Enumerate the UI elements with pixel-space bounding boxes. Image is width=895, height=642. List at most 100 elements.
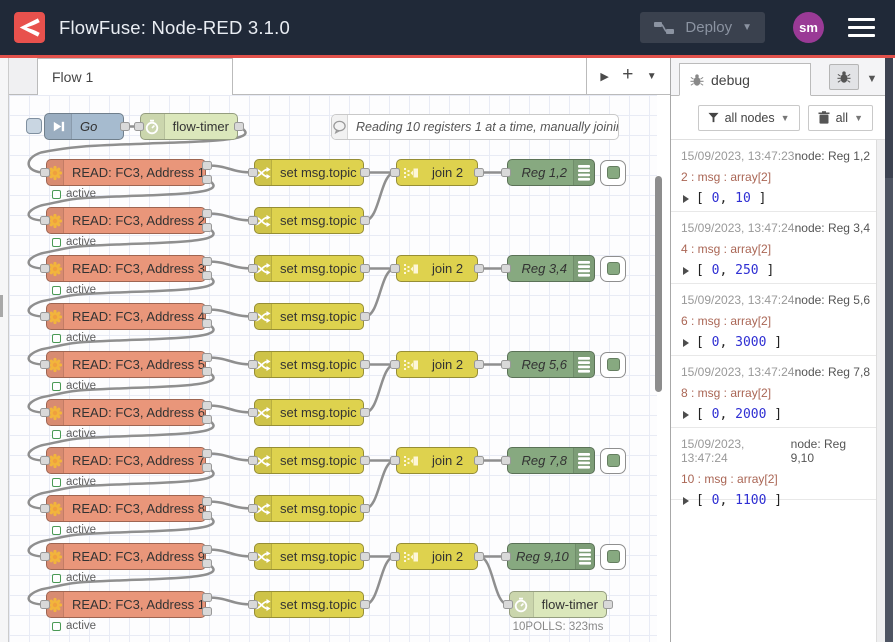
node-output-port[interactable] — [202, 257, 212, 266]
node-output-port[interactable] — [202, 175, 212, 184]
message-value[interactable]: [ 0, 1100 ] — [681, 493, 872, 508]
node-input-port[interactable] — [501, 264, 511, 273]
debug-node[interactable]: Reg 3,4 — [507, 255, 595, 282]
node-input-port[interactable] — [40, 360, 50, 369]
node-output-port[interactable] — [202, 367, 212, 376]
wire[interactable] — [479, 557, 508, 605]
join-node[interactable]: join 2 — [396, 543, 478, 570]
change-node[interactable]: set msg.topic — [254, 543, 364, 570]
debug-scrollbar-track[interactable] — [876, 140, 885, 642]
node-output-port[interactable] — [603, 600, 613, 609]
debug-message-list[interactable]: 15/09/2023, 13:47:23 node: Reg 1,2 2 : m… — [671, 140, 876, 642]
node-output-port[interactable] — [474, 456, 484, 465]
wire[interactable] — [207, 166, 253, 173]
join-node[interactable]: join 2 — [396, 447, 478, 474]
wire[interactable] — [365, 365, 395, 413]
node-output-port[interactable] — [234, 122, 244, 131]
node-output-port[interactable] — [202, 511, 212, 520]
node-input-port[interactable] — [248, 600, 258, 609]
node-input-port[interactable] — [248, 216, 258, 225]
expand-caret-icon[interactable] — [683, 195, 689, 203]
wire[interactable] — [365, 557, 395, 605]
debug-node[interactable]: Reg 5,6 — [507, 351, 595, 378]
node-input-port[interactable] — [248, 264, 258, 273]
wire[interactable] — [207, 550, 253, 557]
node-input-port[interactable] — [40, 600, 50, 609]
read-node[interactable]: READ: FC3, Address 5 — [46, 351, 206, 378]
node-input-port[interactable] — [503, 600, 513, 609]
wire[interactable] — [207, 502, 253, 509]
debug-message[interactable]: 15/09/2023, 13:47:24 node: Reg 5,6 6 : m… — [671, 284, 876, 356]
node-output-port[interactable] — [202, 415, 212, 424]
expand-caret-icon[interactable] — [683, 497, 689, 505]
node-output-port[interactable] — [360, 360, 370, 369]
join-node[interactable]: join 2 — [396, 255, 478, 282]
wire[interactable] — [207, 454, 253, 461]
node-output-port[interactable] — [202, 401, 212, 410]
node-input-port[interactable] — [248, 168, 258, 177]
node-output-port[interactable] — [202, 319, 212, 328]
wire[interactable] — [207, 406, 253, 413]
message-value[interactable]: [ 0, 250 ] — [681, 263, 872, 278]
flowtimer-node[interactable]: flow-timer — [509, 591, 607, 618]
change-node[interactable]: set msg.topic — [254, 495, 364, 522]
flow-list-caret-icon[interactable]: ▼ — [647, 71, 657, 82]
node-output-port[interactable] — [474, 360, 484, 369]
debug-message[interactable]: 15/09/2023, 13:47:24 node: Reg 3,4 4 : m… — [671, 212, 876, 284]
node-input-port[interactable] — [40, 264, 50, 273]
debug-node[interactable]: Reg 1,2 — [507, 159, 595, 186]
read-node[interactable]: READ: FC3, Address 4 — [46, 303, 206, 330]
node-input-port[interactable] — [40, 168, 50, 177]
inject-node[interactable]: Go — [44, 113, 124, 140]
read-node[interactable]: READ: FC3, Address 3 — [46, 255, 206, 282]
inject-button[interactable] — [26, 118, 42, 134]
node-output-port[interactable] — [202, 463, 212, 472]
node-output-port[interactable] — [360, 552, 370, 561]
debug-node[interactable]: Reg 7,8 — [507, 447, 595, 474]
node-output-port[interactable] — [202, 559, 212, 568]
node-input-port[interactable] — [40, 408, 50, 417]
node-input-port[interactable] — [40, 312, 50, 321]
node-input-port[interactable] — [390, 552, 400, 561]
read-node[interactable]: READ: FC3, Address 8 — [46, 495, 206, 522]
debug-node[interactable]: Reg 9,10 — [507, 543, 595, 570]
wire[interactable] — [365, 461, 395, 509]
expand-caret-icon[interactable] — [683, 267, 689, 275]
debug-enable-toggle[interactable] — [600, 160, 626, 186]
node-output-port[interactable] — [474, 264, 484, 273]
add-flow-button[interactable]: + — [622, 64, 633, 86]
node-input-port[interactable] — [501, 456, 511, 465]
change-node[interactable]: set msg.topic — [254, 351, 364, 378]
window-scrollbar-thumb[interactable] — [885, 58, 893, 178]
debug-message[interactable]: 15/09/2023, 13:47:23 node: Reg 1,2 2 : m… — [671, 140, 876, 212]
wire[interactable] — [207, 262, 253, 269]
node-output-port[interactable] — [120, 122, 130, 131]
node-input-port[interactable] — [248, 504, 258, 513]
node-input-port[interactable] — [248, 360, 258, 369]
deploy-button[interactable]: Deploy ▼ — [640, 12, 765, 43]
wire[interactable] — [207, 598, 253, 605]
node-output-port[interactable] — [360, 264, 370, 273]
wire[interactable] — [365, 173, 395, 221]
expand-caret-icon[interactable] — [683, 339, 689, 347]
node-input-port[interactable] — [134, 122, 144, 131]
node-output-port[interactable] — [474, 168, 484, 177]
node-input-port[interactable] — [390, 456, 400, 465]
node-output-port[interactable] — [360, 600, 370, 609]
debug-clear-button[interactable]: all ▼ — [808, 105, 873, 131]
node-input-port[interactable] — [390, 168, 400, 177]
debug-message[interactable]: 15/09/2023, 13:47:24 node: Reg 7,8 8 : m… — [671, 356, 876, 428]
read-node[interactable]: READ: FC3, Address 1 — [46, 159, 206, 186]
node-output-port[interactable] — [202, 353, 212, 362]
node-input-port[interactable] — [248, 408, 258, 417]
node-output-port[interactable] — [360, 504, 370, 513]
node-output-port[interactable] — [202, 223, 212, 232]
node-output-port[interactable] — [474, 552, 484, 561]
join-node[interactable]: join 2 — [396, 351, 478, 378]
read-node[interactable]: READ: FC3, Address 2 — [46, 207, 206, 234]
read-node[interactable]: READ: FC3, Address 6 — [46, 399, 206, 426]
flowtimer-node[interactable]: flow-timer — [140, 113, 238, 140]
node-input-port[interactable] — [390, 360, 400, 369]
node-output-port[interactable] — [202, 607, 212, 616]
debug-enable-toggle[interactable] — [600, 256, 626, 282]
